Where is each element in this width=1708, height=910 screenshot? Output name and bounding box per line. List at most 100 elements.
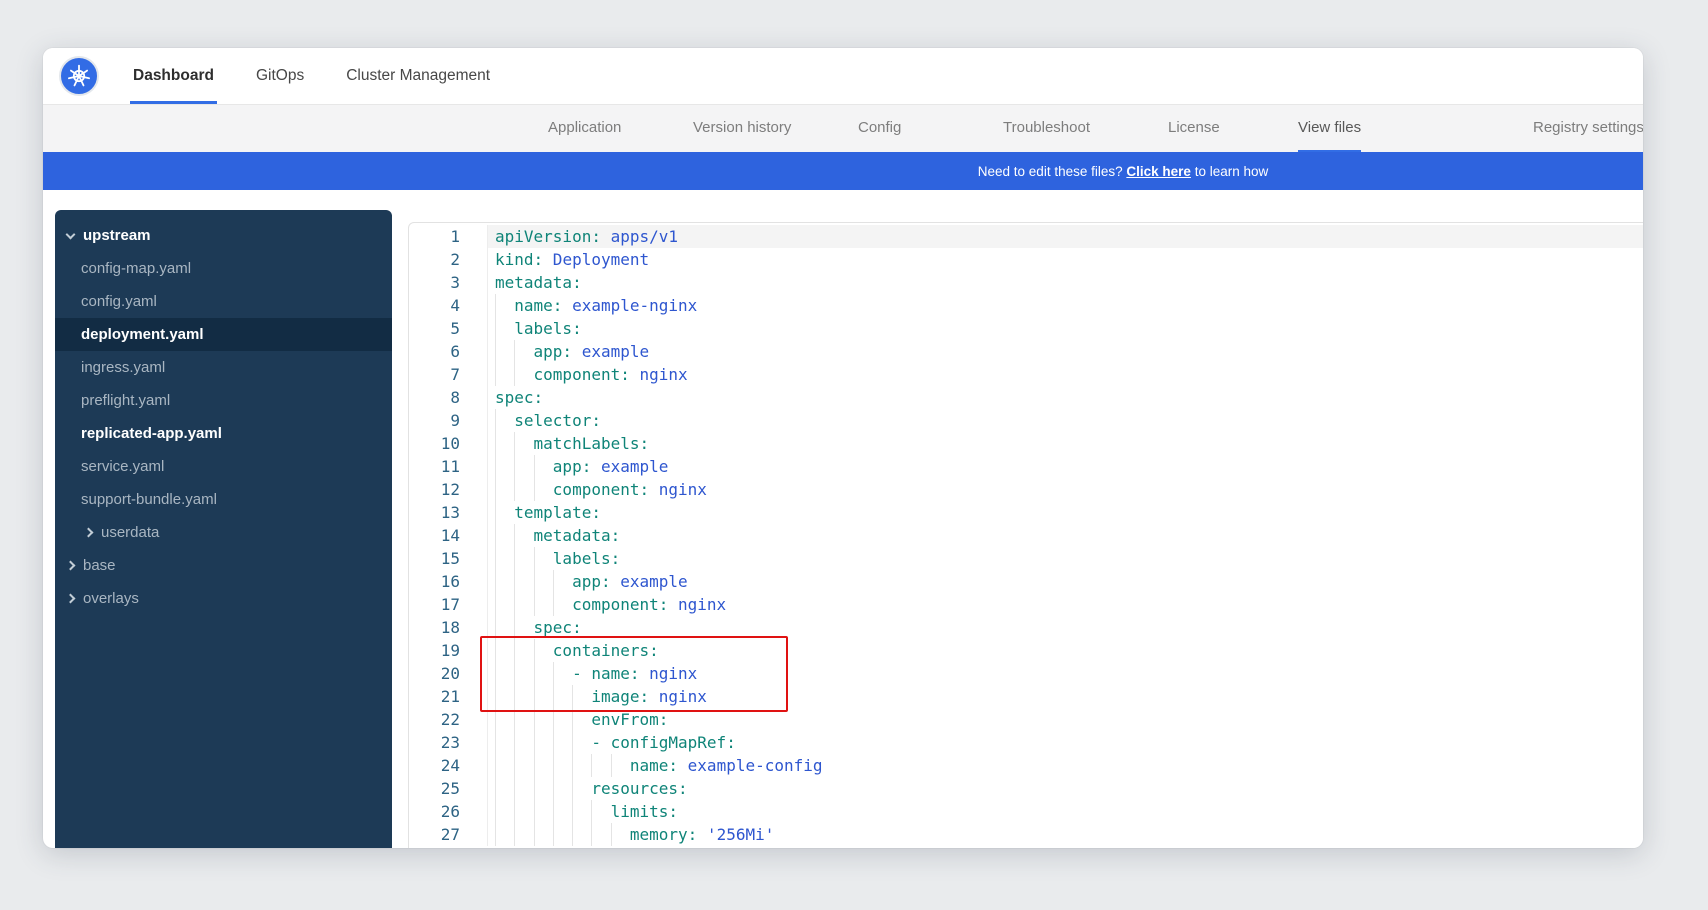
file-tree-label: config.yaml [81, 293, 157, 310]
code-line: 16app: example [409, 570, 1643, 593]
indent-guide [495, 616, 496, 639]
indent-guide [534, 639, 535, 662]
line-number: 3 [409, 271, 488, 294]
file-tree-item-deployment-yaml[interactable]: deployment.yaml [55, 318, 392, 351]
tab-application[interactable]: Application [548, 105, 621, 152]
yaml-value: example [572, 342, 649, 361]
file-tree: upstreamconfig-map.yaml config.yaml deploy… [55, 210, 392, 848]
line-number: 24 [409, 754, 488, 777]
indent-guide [514, 823, 515, 846]
code-line-content: kind: Deployment [488, 248, 1643, 271]
indent-guide [495, 455, 496, 478]
tab-view-files[interactable]: View files [1298, 105, 1361, 152]
indent-guide [553, 731, 554, 754]
indent-guide [495, 317, 496, 340]
file-tree-label: service.yaml [81, 458, 164, 475]
code-line: 6app: example [409, 340, 1643, 363]
indent-guide [572, 777, 573, 800]
code-line: 15labels: [409, 547, 1643, 570]
line-number: 6 [409, 340, 488, 363]
indent-guide [495, 524, 496, 547]
indent-guide [572, 754, 573, 777]
file-tree-label: deployment.yaml [81, 326, 204, 343]
file-tree-item-config-yaml[interactable]: config.yaml [55, 285, 392, 318]
tab-license[interactable]: License [1168, 105, 1220, 152]
indent-guide [495, 340, 496, 363]
line-number: 15 [409, 547, 488, 570]
code-line-content: component: nginx [488, 478, 1643, 501]
top-nav-tabs: Dashboard GitOps Cluster Management [130, 48, 493, 104]
yaml-key: resources: [591, 779, 687, 798]
file-tree-item-preflight-yaml[interactable]: preflight.yaml [55, 384, 392, 417]
yaml-key: configMapRef: [611, 733, 736, 752]
indent-guide [553, 593, 554, 616]
tab-version-history[interactable]: Version history [693, 105, 791, 152]
file-tree-item-config-map-yaml[interactable]: config-map.yaml [55, 252, 392, 285]
yaml-value: example [611, 572, 688, 591]
code-line-content: app: example [488, 570, 1643, 593]
indent-guide [514, 616, 515, 639]
yaml-value: '256Mi' [697, 825, 774, 844]
indent-guide [514, 708, 515, 731]
indent-guide [514, 547, 515, 570]
file-tree-item-replicated-app-yaml[interactable]: replicated-app.yaml [55, 417, 392, 450]
code-editor[interactable]: 1apiVersion: apps/v12kind: Deployment3me… [408, 222, 1643, 848]
line-number: 17 [409, 593, 488, 616]
indent-guide [495, 800, 496, 823]
code-line: 2kind: Deployment [409, 248, 1643, 271]
code-line-content: limits: [488, 800, 1643, 823]
line-number: 19 [409, 639, 488, 662]
line-number: 10 [409, 432, 488, 455]
indent-guide [514, 340, 515, 363]
line-number: 25 [409, 777, 488, 800]
indent-guide [514, 662, 515, 685]
top-tab-dashboard[interactable]: Dashboard [130, 48, 217, 104]
yaml-value: apps/v1 [601, 227, 678, 246]
file-tree-item-base[interactable]: base [55, 549, 392, 582]
indent-guide [572, 800, 573, 823]
code-line: 20- name: nginx [409, 662, 1643, 685]
top-tab-gitops[interactable]: GitOps [253, 48, 307, 104]
file-tree-item-support-bundle-yaml[interactable]: support-bundle.yaml [55, 483, 392, 516]
yaml-key: name: [630, 756, 678, 775]
code-line: 17component: nginx [409, 593, 1643, 616]
code-line-content: labels: [488, 317, 1643, 340]
click-here-link[interactable]: Click here [1126, 164, 1191, 179]
code-line-content: component: nginx [488, 593, 1643, 616]
file-tree-item-overlays[interactable]: overlays [55, 582, 392, 615]
code-line: 9selector: [409, 409, 1643, 432]
code-line: 10matchLabels: [409, 432, 1643, 455]
yaml-value: example-nginx [562, 296, 697, 315]
indent-guide [514, 731, 515, 754]
banner-text-before: Need to edit these files? [978, 164, 1123, 179]
indent-guide [514, 570, 515, 593]
indent-guide [534, 731, 535, 754]
code-line: 12component: nginx [409, 478, 1643, 501]
indent-guide [495, 754, 496, 777]
indent-guide [553, 662, 554, 685]
code-line: 7component: nginx [409, 363, 1643, 386]
file-tree-item-userdata[interactable]: userdata [55, 516, 392, 549]
yaml-key: limits: [611, 802, 678, 821]
indent-guide [534, 708, 535, 731]
indent-guide [514, 639, 515, 662]
file-tree-item-upstream[interactable]: upstream [55, 219, 392, 252]
indent-guide [534, 455, 535, 478]
file-tree-item-ingress-yaml[interactable]: ingress.yaml [55, 351, 392, 384]
tab-config[interactable]: Config [858, 105, 901, 152]
indent-guide [495, 708, 496, 731]
indent-guide [495, 639, 496, 662]
code-line-content: - configMapRef: [488, 731, 1643, 754]
file-tree-item-service-yaml[interactable]: service.yaml [55, 450, 392, 483]
top-tab-cluster-management[interactable]: Cluster Management [343, 48, 493, 104]
indent-guide [534, 547, 535, 570]
indent-guide [534, 754, 535, 777]
code-line: 27memory: '256Mi' [409, 823, 1643, 846]
yaml-key: apiVersion: [495, 227, 601, 246]
indent-guide [534, 662, 535, 685]
code-line: 25 resources: [409, 777, 1643, 800]
yaml-value: nginx [668, 595, 726, 614]
tab-registry-settings[interactable]: Registry settings [1533, 105, 1643, 152]
code-line-content: image: nginx [488, 685, 1643, 708]
tab-troubleshoot[interactable]: Troubleshoot [1003, 105, 1090, 152]
